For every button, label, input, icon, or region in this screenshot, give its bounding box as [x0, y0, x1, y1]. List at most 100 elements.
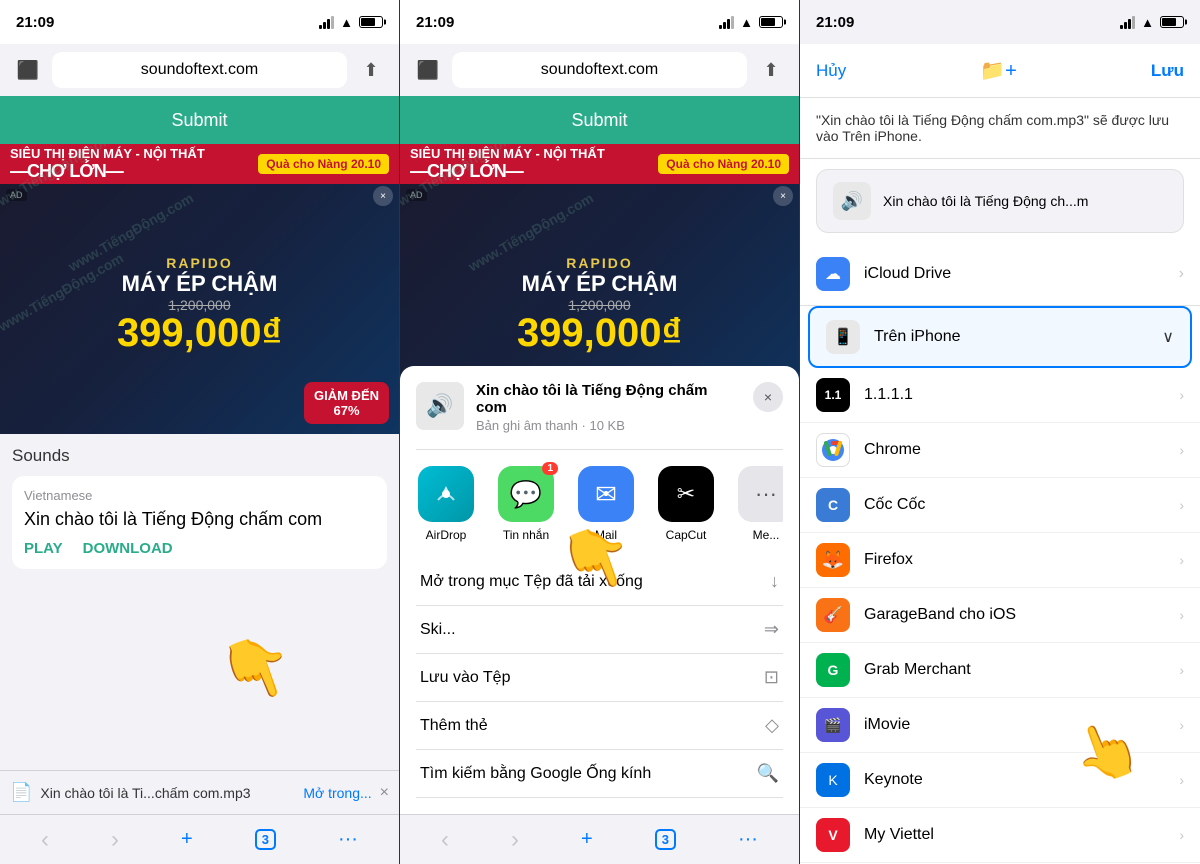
share-apps-row-2: AirDrop 💬 1 Tin nhắn ✉ Mail ✂ — [416, 450, 783, 558]
app-icon-chrome — [816, 433, 850, 467]
ad-brand-area-1: RAPIDO MÁY ÉP CHẬM 1,200,000 399,000₫ — [117, 255, 282, 353]
app-item-1111[interactable]: 1.1 1.1.1.1 › — [800, 368, 1200, 423]
nav-more-2[interactable]: ··· — [738, 828, 758, 851]
download-button-1[interactable]: DOWNLOAD — [83, 540, 173, 557]
translate-icon-2[interactable]: ⬛ — [412, 54, 444, 86]
wifi-icon-2: ▲ — [740, 15, 753, 30]
ad-top-bar-1: SIÊU THỊ ĐIỆN MÁY - NỘI THẤT—CHỢ LỚN— Qu… — [0, 144, 399, 184]
nav-add-2[interactable]: + — [581, 828, 593, 851]
location-icloud-3[interactable]: ☁ iCloud Drive › — [800, 243, 1200, 306]
browser-bar-2: ⬛ soundoftext.com ⬆ — [400, 44, 799, 96]
app-chevron-firefox: › — [1179, 552, 1184, 568]
app-item-imovie[interactable]: 🎬 iMovie › — [800, 698, 1200, 753]
action-google-lens[interactable]: Tìm kiếm bằng Google Ống kính 🔍 — [416, 750, 783, 798]
ad-store-name-2: SIÊU THỊ ĐIỆN MÁY - NỘI THẤT—CHỢ LỚN— — [410, 146, 605, 182]
more-apps-icon: ··· — [738, 466, 783, 522]
app-icon-coccoc: C — [816, 488, 850, 522]
app-chevron-imovie: › — [1179, 717, 1184, 733]
wifi-icon-1: ▲ — [340, 15, 353, 30]
folder-add-icon-3[interactable]: 📁+ — [980, 58, 1017, 83]
app-chevron-keynote: › — [1179, 772, 1184, 788]
iphone-icon-3: 📱 — [826, 320, 860, 354]
phone-panel-2: 21:09 ▲ ⬛ soundoftext.com ⬆ Submit SIÊU … — [400, 0, 800, 864]
ad-close-1[interactable]: × — [373, 186, 393, 206]
url-bar-1[interactable]: soundoftext.com — [52, 52, 347, 88]
icloud-label-3: iCloud Drive — [864, 265, 1165, 283]
save-file-row-3: 🔊 Xin chào tôi là Tiếng Động ch...m — [816, 169, 1184, 233]
messages-label: Tin nhắn — [503, 528, 549, 542]
mail-label: Mail — [595, 528, 617, 542]
nav-forward-1[interactable]: › — [111, 826, 119, 854]
app-label-chrome: Chrome — [864, 441, 1165, 459]
app-chevron-garageband: › — [1179, 607, 1184, 623]
app-item-coccoc[interactable]: C Cốc Cốc › — [800, 478, 1200, 533]
status-icons-3: ▲ — [1120, 15, 1184, 30]
app-label-imovie: iMovie — [864, 716, 1165, 734]
save-button-3[interactable]: Lưu — [1151, 61, 1184, 81]
download-close-1[interactable]: × — [380, 784, 389, 802]
status-time-3: 21:09 — [816, 14, 854, 31]
app-item-firefox[interactable]: 🦊 Firefox › — [800, 533, 1200, 588]
nav-add-1[interactable]: + — [181, 828, 193, 851]
url-bar-2[interactable]: soundoftext.com — [452, 52, 747, 88]
share-close-2[interactable]: × — [753, 382, 783, 412]
share-app-messages[interactable]: 💬 1 Tin nhắn — [496, 466, 556, 542]
app-item-garageband[interactable]: 🎸 GarageBand cho iOS › — [800, 588, 1200, 643]
signal-icon-2 — [719, 16, 734, 29]
nav-back-2[interactable]: ‹ — [441, 826, 449, 854]
download-filename-1: Xin chào tôi là Ti...chấm com.mp3 — [40, 785, 295, 801]
nav-tabs-2[interactable]: 3 — [655, 829, 676, 850]
location-list-3: ☁ iCloud Drive › 📱 Trên iPhone ∨ 1.1 1.1… — [800, 243, 1200, 864]
cancel-button-3[interactable]: Hủy — [816, 61, 846, 81]
submit-button-1[interactable]: Submit — [0, 96, 399, 144]
location-iphone-selected-3[interactable]: 📱 Trên iPhone ∨ — [808, 306, 1192, 368]
action-open-folder[interactable]: Mở trong mục Tệp đã tải xuống ↓ — [416, 558, 783, 606]
ad-price-main-1: 399,000₫ — [117, 313, 282, 353]
messages-icon: 💬 1 — [498, 466, 554, 522]
nav-forward-2[interactable]: › — [511, 826, 519, 854]
ad-store-name-1: SIÊU THỊ ĐIỆN MÁY - NỘI THẤT—CHỢ LỚN— — [10, 146, 205, 182]
action-skip[interactable]: Ski... ⇒ — [416, 606, 783, 654]
phone-panel-3: 21:09 ▲ Hủy 📁+ Lưu "Xin chào tôi là Tiến… — [800, 0, 1200, 864]
save-info-3: "Xin chào tôi là Tiếng Động chấm com.mp3… — [800, 98, 1200, 159]
app-item-chrome[interactable]: Chrome › — [800, 423, 1200, 478]
share-app-capcut[interactable]: ✂ CapCut — [656, 466, 716, 542]
share-app-more[interactable]: ··· Me... — [736, 466, 783, 542]
share-icon-2[interactable]: ⬆ — [755, 54, 787, 86]
action-save-file[interactable]: Lưu vào Tệp ⊡ — [416, 654, 783, 702]
action-add-tag[interactable]: Thêm thẻ ◇ — [416, 702, 783, 750]
ad-brand-area-2: RAPIDO MÁY ÉP CHẬM 1,200,000 399,000₫ — [517, 255, 682, 353]
app-item-grab[interactable]: G Grab Merchant › — [800, 643, 1200, 698]
nav-tabs-1[interactable]: 3 — [255, 829, 276, 850]
app-icon-keynote: K — [816, 763, 850, 797]
iphone-chevron-3: ∨ — [1162, 327, 1174, 347]
app-icon-grab: G — [816, 653, 850, 687]
ad-close-2[interactable]: × — [773, 186, 793, 206]
app-item-myviettel[interactable]: V My Viettel › — [800, 808, 1200, 863]
nav-more-1[interactable]: ··· — [338, 828, 358, 851]
open-in-button-1[interactable]: Mở trong... — [303, 785, 371, 801]
translate-icon-1[interactable]: ⬛ — [12, 54, 44, 86]
app-icon-firefox: 🦊 — [816, 543, 850, 577]
battery-icon-1 — [359, 16, 383, 28]
nav-back-1[interactable]: ‹ — [41, 826, 49, 854]
submit-button-2[interactable]: Submit — [400, 96, 799, 144]
share-file-info-2: Xin chào tôi là Tiếng Động chấm com Bản … — [476, 382, 741, 433]
app-label-1111: 1.1.1.1 — [864, 386, 1165, 404]
ad-label-2: AD — [406, 189, 427, 201]
save-file-icon-3: 🔊 — [833, 182, 871, 220]
ad-product-2: MÁY ÉP CHẬM — [517, 271, 682, 297]
mail-icon: ✉ — [578, 466, 634, 522]
save-title-3: 📁+ — [980, 58, 1017, 83]
status-icons-1: ▲ — [319, 15, 383, 30]
ad-rapido-1: RAPIDO — [117, 255, 282, 271]
share-app-mail[interactable]: ✉ Mail — [576, 466, 636, 542]
ad-promo-1: Quà cho Nàng 20.10 — [258, 154, 389, 174]
share-file-meta-2: Bản ghi âm thanh · 10 KB — [476, 418, 741, 433]
play-button-1[interactable]: PLAY — [24, 540, 63, 557]
app-item-keynote[interactable]: K Keynote › — [800, 753, 1200, 808]
share-icon-1[interactable]: ⬆ — [355, 54, 387, 86]
share-app-airdrop[interactable]: AirDrop — [416, 466, 476, 542]
status-bar-3: 21:09 ▲ — [800, 0, 1200, 44]
messages-badge: 1 — [542, 462, 558, 475]
